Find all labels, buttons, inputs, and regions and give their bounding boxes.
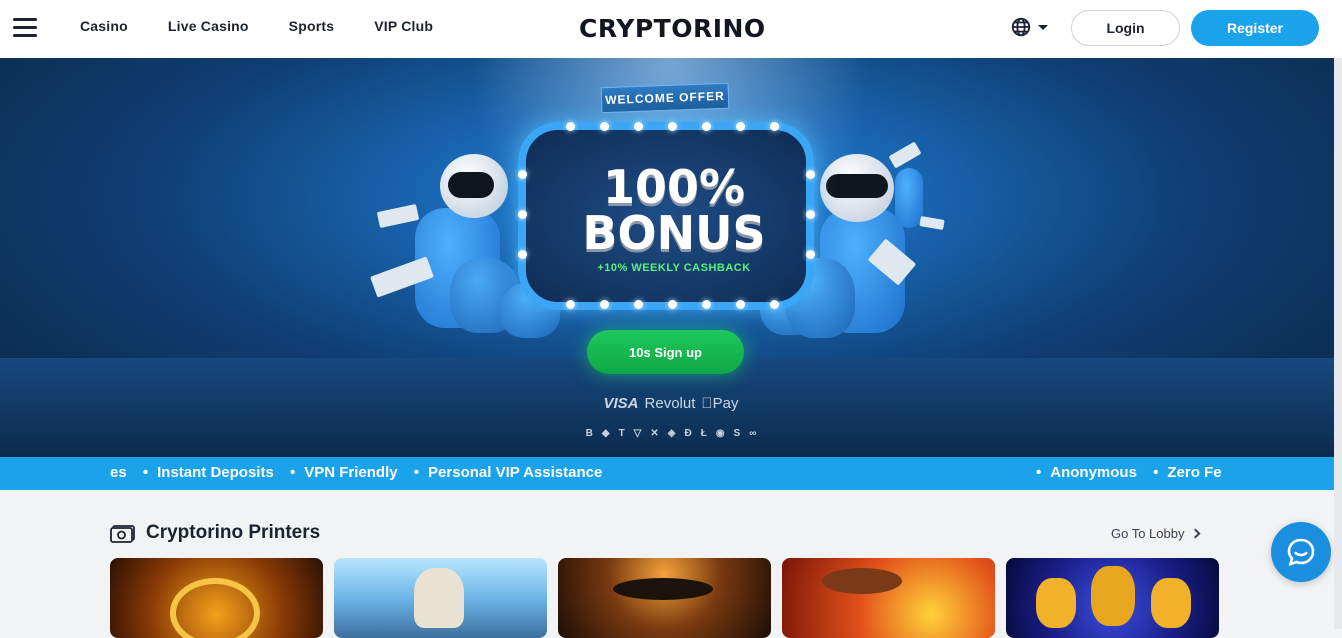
language-selector[interactable]: [1010, 16, 1048, 38]
ticker-item: VPN Friendly: [304, 464, 398, 481]
ticker-item: es: [110, 464, 127, 481]
shiba-icon: ◉: [715, 428, 725, 439]
bnb-icon: ◈: [667, 428, 676, 439]
ticker-group-right: • Anonymous • Zero Fe: [1036, 464, 1222, 481]
ticker-item: Anonymous: [1050, 464, 1137, 481]
game-card[interactable]: [334, 558, 547, 638]
money-bill-icon: [376, 204, 420, 228]
cashback-text: +10% WEEKLY CASHBACK: [597, 262, 751, 274]
ethereum-icon: ◆: [601, 428, 610, 439]
money-bill-icon: [888, 141, 922, 169]
chat-icon: [1287, 538, 1315, 567]
game-card[interactable]: [110, 558, 323, 638]
ticker-item: Personal VIP Assistance: [428, 464, 603, 481]
ticker-item: Zero Fe: [1167, 464, 1222, 481]
game-card[interactable]: [558, 558, 771, 638]
bonus-word: BONUS: [582, 206, 766, 260]
chevron-right-icon: [1191, 528, 1201, 539]
nav-live-casino[interactable]: Live Casino: [168, 18, 249, 34]
hero-banner[interactable]: WELCOME OFFER 100% BONUS +10% WEEKLY CAS…: [0, 58, 1342, 457]
litecoin-icon: Ł: [700, 428, 707, 439]
register-button[interactable]: Register: [1191, 10, 1319, 46]
money-icon: [110, 525, 135, 543]
solana-icon: S: [733, 428, 741, 439]
game-card[interactable]: [1006, 558, 1219, 638]
tether-icon: T: [618, 428, 625, 439]
login-button[interactable]: Login: [1071, 10, 1180, 46]
apple-icon: : [701, 395, 712, 412]
live-chat-button[interactable]: [1271, 522, 1331, 582]
revolut-logo: Revolut: [644, 395, 696, 412]
ticker-group-left: es • Instant Deposits • VPN Friendly • Pers…: [110, 464, 603, 481]
payment-methods: VISA Revolut Pay: [0, 395, 1342, 412]
chainlink-icon: ∞: [749, 428, 757, 439]
game-cards-row: [110, 558, 1219, 638]
page-scrollbar[interactable]: [1334, 58, 1342, 629]
apple-pay-logo: Pay: [701, 395, 738, 412]
crypto-icons-row: B ◆ T ▽ ✕ ◈ Ð Ł ◉ S ∞: [0, 428, 1342, 439]
site-header: Casino Live Casino Sports VIP Club CRYPT…: [0, 0, 1342, 58]
section-title: Cryptorino Printers: [146, 522, 321, 543]
hamburger-menu-icon[interactable]: [13, 18, 37, 38]
dogecoin-icon: Ð: [684, 428, 692, 439]
main-nav: Casino Live Casino Sports VIP Club: [80, 18, 433, 34]
tron-icon: ▽: [633, 428, 642, 439]
bonus-sign: 100% BONUS +10% WEEKLY CASHBACK: [518, 122, 815, 310]
signup-button[interactable]: 10s Sign up: [587, 330, 744, 374]
money-bill-icon: [919, 215, 945, 231]
xrp-icon: ✕: [650, 428, 659, 439]
caret-down-icon: [1038, 24, 1048, 30]
go-to-lobby-link[interactable]: Go To Lobby: [1111, 526, 1201, 541]
site-logo[interactable]: CRYPTORINO: [579, 14, 766, 43]
ticker-item: Instant Deposits: [157, 464, 274, 481]
nav-vip-club[interactable]: VIP Club: [374, 18, 433, 34]
visa-logo: VISA: [603, 395, 639, 412]
game-card[interactable]: [782, 558, 995, 638]
globe-icon: [1011, 17, 1031, 37]
nav-casino[interactable]: Casino: [80, 18, 128, 34]
bitcoin-icon: B: [585, 428, 593, 439]
welcome-offer-ribbon: WELCOME OFFER: [600, 82, 730, 114]
features-ticker: es • Instant Deposits • VPN Friendly • Pers…: [0, 457, 1342, 490]
section-header: Cryptorino Printers: [110, 522, 320, 544]
nav-sports[interactable]: Sports: [289, 18, 335, 34]
